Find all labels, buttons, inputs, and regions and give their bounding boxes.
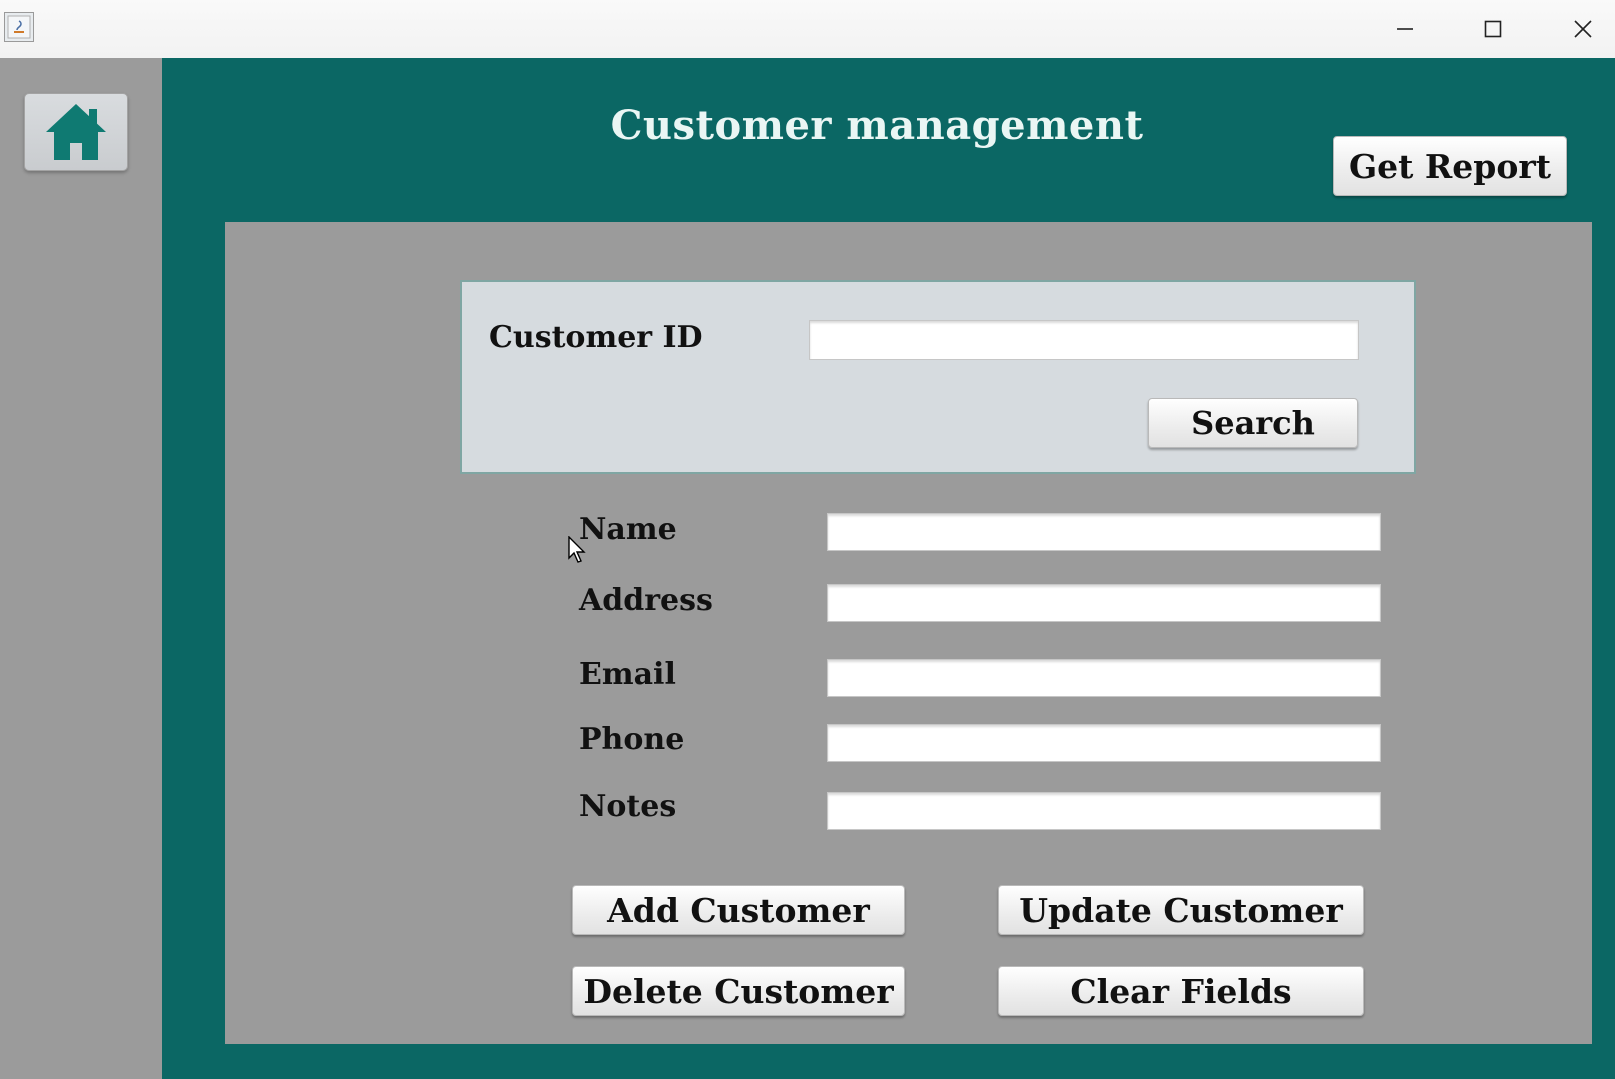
address-label: Address <box>579 583 713 618</box>
close-button[interactable] <box>1560 10 1606 48</box>
close-icon <box>1574 20 1592 38</box>
address-field[interactable] <box>827 584 1381 622</box>
customer-id-field[interactable] <box>809 320 1359 360</box>
maximize-button[interactable] <box>1470 10 1516 48</box>
add-customer-button[interactable]: Add Customer <box>572 885 905 935</box>
sidebar <box>0 58 162 1079</box>
get-report-button[interactable]: Get Report <box>1333 136 1567 196</box>
maximize-icon <box>1484 20 1502 38</box>
delete-customer-button[interactable]: Delete Customer <box>572 966 905 1016</box>
home-icon <box>46 104 106 160</box>
clear-fields-button[interactable]: Clear Fields <box>998 966 1364 1016</box>
notes-field[interactable] <box>827 792 1381 830</box>
email-label: Email <box>579 657 676 692</box>
minimize-icon <box>1397 28 1413 30</box>
customer-management-window: Customer management Get Report Customer … <box>0 0 1615 1079</box>
name-label: Name <box>579 512 677 547</box>
phone-label: Phone <box>579 722 685 757</box>
name-field[interactable] <box>827 513 1381 551</box>
email-field[interactable] <box>827 659 1381 697</box>
main-area: Customer management Get Report Customer … <box>162 58 1615 1079</box>
java-app-icon <box>4 12 34 42</box>
customer-id-label: Customer ID <box>489 320 703 355</box>
phone-field[interactable] <box>827 724 1381 762</box>
update-customer-button[interactable]: Update Customer <box>998 885 1364 935</box>
search-button[interactable]: Search <box>1148 398 1358 448</box>
minimize-button[interactable] <box>1382 10 1428 48</box>
search-box: Customer ID Search <box>460 280 1416 474</box>
home-button[interactable] <box>24 93 128 171</box>
content-panel: Customer ID Search Name Address Email Ph… <box>225 222 1592 1044</box>
notes-label: Notes <box>579 789 677 824</box>
title-bar[interactable] <box>0 0 1615 59</box>
